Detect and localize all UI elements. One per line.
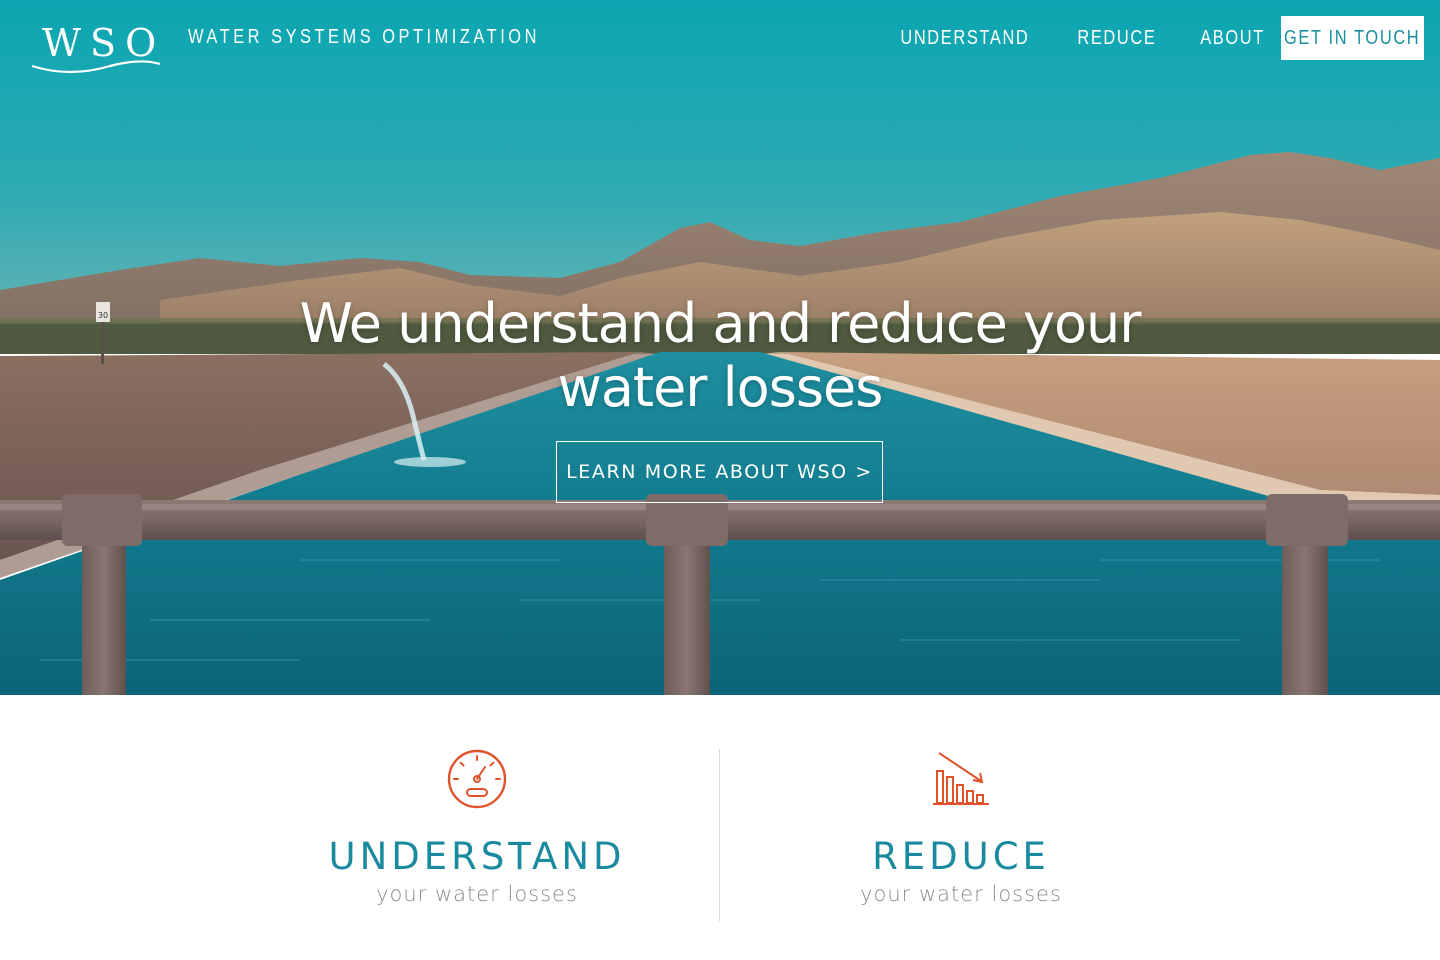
speed-sign-number: 30 <box>98 311 108 320</box>
wso-logo[interactable]: WSO <box>16 10 161 74</box>
nav-link-about[interactable]: ABOUT <box>1200 27 1265 50</box>
feature-understand-subtitle: your water losses <box>376 882 578 906</box>
feature-understand[interactable]: UNDERSTAND your water losses <box>257 747 697 909</box>
hero-section: 30 WSO WATER SYSTEMS OPTIMIZATION UNDERS… <box>0 0 1440 695</box>
get-in-touch-label: GET IN TOUCH <box>1284 26 1421 49</box>
features-section: UNDERSTAND your water losses REDUCE your… <box>0 695 1440 960</box>
hero-heading: We understand and reduce your water loss… <box>220 292 1220 420</box>
gauge-icon <box>447 749 507 809</box>
feature-divider <box>719 749 720 921</box>
nav-link-understand[interactable]: UNDERSTAND <box>901 27 1030 50</box>
feature-reduce-title: REDUCE <box>872 835 1050 878</box>
get-in-touch-button[interactable]: GET IN TOUCH <box>1281 16 1424 60</box>
feature-understand-title: UNDERSTAND <box>328 835 626 878</box>
learn-more-button[interactable]: LEARN MORE ABOUT WSO > <box>556 441 883 503</box>
learn-more-label: LEARN MORE ABOUT WSO > <box>566 461 873 483</box>
nav-link-reduce[interactable]: REDUCE <box>1077 27 1156 50</box>
site-title[interactable]: WATER SYSTEMS OPTIMIZATION <box>188 26 540 49</box>
top-navigation: WSO WATER SYSTEMS OPTIMIZATION UNDERSTAN… <box>0 0 1440 80</box>
feature-reduce-subtitle: your water losses <box>860 882 1062 906</box>
feature-reduce[interactable]: REDUCE your water losses <box>741 747 1181 909</box>
hero-heading-line-2: water losses <box>557 356 884 419</box>
logo-wave-icon <box>31 60 161 74</box>
hero-heading-line-1: We understand and reduce your <box>299 292 1142 355</box>
nav-menu: UNDERSTAND REDUCE ABOUT GET IN TOUCH <box>872 16 1424 60</box>
declining-bar-chart-icon <box>933 752 989 805</box>
